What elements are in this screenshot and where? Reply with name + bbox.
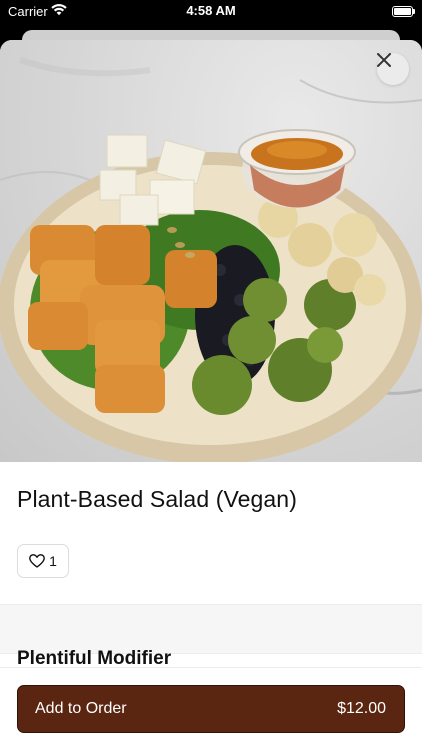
close-icon: [377, 53, 391, 67]
status-time: 4:58 AM: [186, 3, 236, 18]
close-button[interactable]: [377, 53, 409, 85]
add-to-order-button[interactable]: Add to Order $12.00: [17, 685, 405, 733]
product-image: [0, 40, 422, 462]
battery-icon: [392, 6, 415, 17]
heart-outline-icon: [29, 554, 45, 568]
favorite-count: 1: [49, 553, 57, 569]
product-title: Plant-Based Salad (Vegan): [17, 486, 297, 512]
order-price: $12.00: [337, 700, 386, 717]
section-divider: [0, 604, 422, 654]
product-detail-sheet: Plant-Based Salad (Vegan) 1 Plentiful Mo…: [0, 40, 422, 750]
add-to-order-label: Add to Order: [35, 700, 127, 717]
favorite-button[interactable]: 1: [17, 544, 69, 578]
status-bar: Carrier 4:58 AM: [0, 0, 422, 28]
